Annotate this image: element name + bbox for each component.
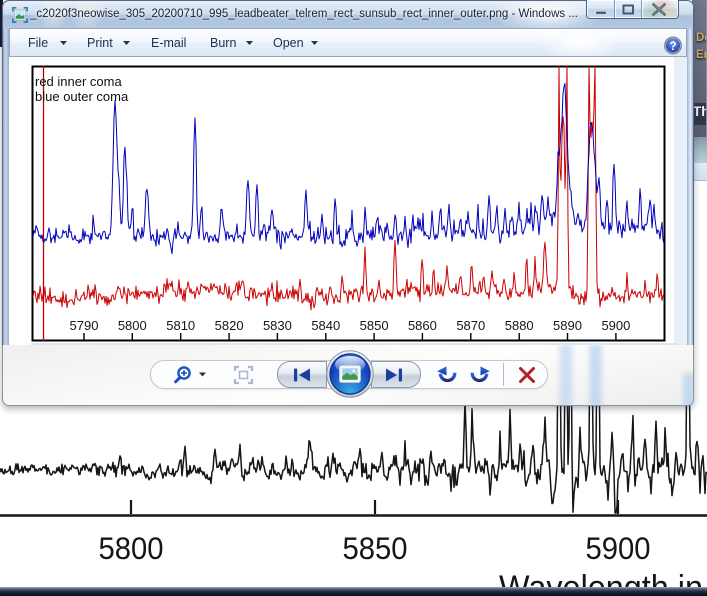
svg-text:5800: 5800 (118, 318, 147, 333)
svg-text:5850: 5850 (343, 530, 408, 566)
svg-text:?: ? (669, 41, 676, 53)
svg-text:5890: 5890 (553, 318, 582, 333)
svg-text:5850: 5850 (360, 318, 389, 333)
svg-text:5880: 5880 (505, 318, 534, 333)
svg-text:5800: 5800 (99, 530, 164, 566)
svg-text:5820: 5820 (215, 318, 244, 333)
svg-text:5790: 5790 (70, 318, 99, 333)
svg-text:5810: 5810 (166, 318, 195, 333)
svg-text:5860: 5860 (408, 318, 437, 333)
svg-text:red inner coma: red inner coma (35, 74, 122, 89)
svg-text:5870: 5870 (456, 318, 485, 333)
svg-text:5900: 5900 (586, 530, 651, 566)
svg-text:5830: 5830 (263, 318, 292, 333)
svg-text:5840: 5840 (311, 318, 340, 333)
svg-text:5900: 5900 (601, 318, 630, 333)
